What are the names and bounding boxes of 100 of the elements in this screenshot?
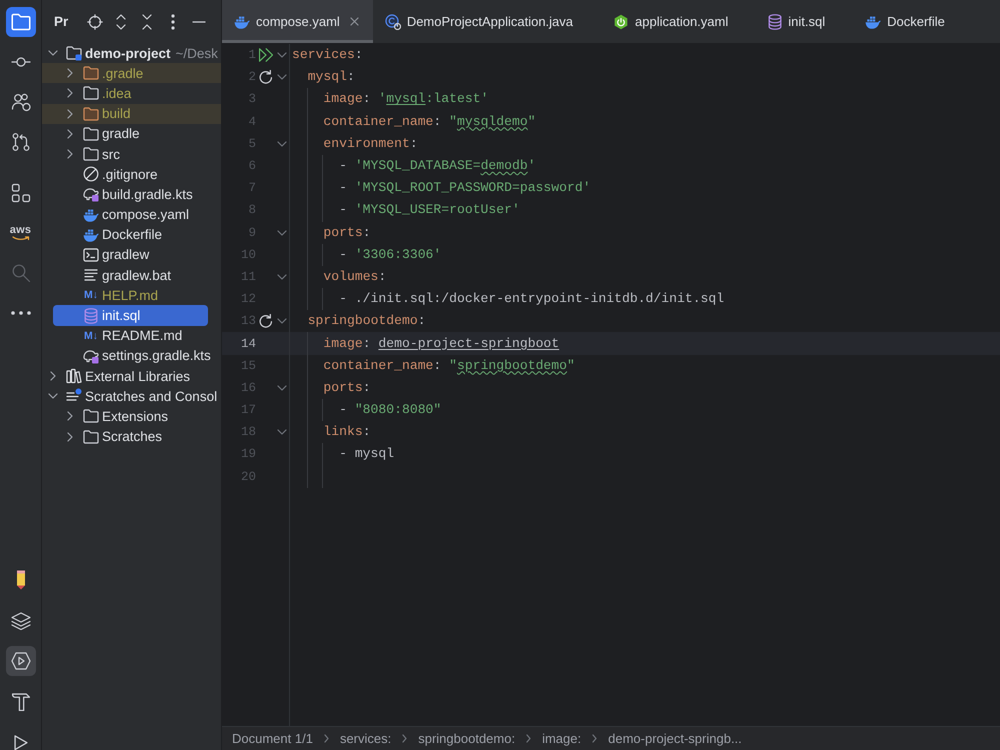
tree-item[interactable]: gradle [42, 124, 221, 144]
whale-icon [234, 14, 250, 30]
line-number: 18 [240, 425, 256, 440]
squares-icon [10, 183, 30, 203]
tool-window-button[interactable] [6, 7, 36, 37]
markdown-mark: M↓ [84, 330, 98, 342]
folder-icon [83, 126, 99, 142]
breadcrumb[interactable]: springbootdemo: [418, 731, 516, 746]
more-icon[interactable] [171, 14, 176, 30]
code-line: - 'MYSQL_DATABASE=demodb' [339, 157, 536, 176]
breadcrumb[interactable]: demo-project-springb... [608, 731, 742, 746]
minimize-icon[interactable] [192, 20, 206, 22]
folder-icon [83, 106, 99, 122]
breadcrumb[interactable]: Document 1/1 [232, 731, 313, 746]
chevron-down-icon[interactable] [48, 393, 58, 400]
chevron-down-icon[interactable] [48, 50, 58, 56]
chevron-down-icon[interactable] [277, 74, 287, 80]
tree-item[interactable]: gradlew [42, 244, 221, 266]
code-line: - 'MYSQL_ROOT_PASSWORD=password' [339, 179, 591, 198]
line-number: 12 [240, 292, 256, 306]
tree-item[interactable]: build.gradle.kts [42, 184, 221, 204]
tree-item[interactable]: settings.gradle.kts [42, 346, 221, 366]
class-icon [384, 14, 401, 30]
breadcrumb[interactable]: image: [542, 731, 582, 746]
line-number: 13 [240, 314, 256, 328]
tree-item[interactable]: Dockerfile [42, 224, 221, 245]
line-number: 5 [247, 136, 256, 151]
expand-icon[interactable] [116, 14, 126, 30]
chevron-right-icon[interactable] [67, 149, 73, 160]
chevron-down-icon[interactable] [277, 230, 287, 236]
hammer-icon [12, 692, 30, 710]
tree-item[interactable]: M↓ README.md [42, 326, 221, 346]
folder-icon [83, 408, 99, 424]
code-line: services: [292, 46, 363, 64]
tree-item[interactable]: gradlew.bat [42, 265, 221, 286]
editor-tab[interactable]: compose.yaml [222, 0, 373, 43]
tree-item[interactable]: .gitignore [42, 164, 221, 184]
database-icon [768, 14, 782, 30]
tree-item[interactable]: build [42, 104, 221, 124]
chevron-right-icon[interactable] [50, 371, 56, 382]
chevron-right-icon[interactable] [67, 128, 73, 139]
collapse-icon[interactable] [142, 14, 152, 30]
tree-item[interactable]: src [42, 144, 221, 164]
tree-item[interactable]: .gradle [42, 63, 221, 84]
chevron-right-icon[interactable] [67, 108, 73, 119]
tool-window-button[interactable] [6, 646, 36, 676]
editor-tab[interactable]: Dockerfile [853, 0, 955, 43]
chevron-right-icon[interactable] [67, 88, 73, 98]
code-line: springbootdemo: [308, 312, 426, 330]
database-icon [84, 308, 98, 324]
line-number: 8 [247, 203, 256, 218]
more-icon [10, 311, 30, 315]
prohibited-icon [83, 166, 99, 182]
close-icon[interactable] [350, 17, 359, 26]
animal-icon [83, 348, 99, 364]
chevron-icon [592, 734, 598, 743]
folder-icon [83, 428, 99, 445]
tree-item[interactable]: M↓ HELP.md [42, 285, 221, 306]
chevron-right-icon[interactable] [67, 411, 73, 422]
breadcrumb[interactable]: services: [340, 731, 392, 746]
tree-item[interactable]: compose.yaml [42, 204, 221, 225]
text-lines-icon [84, 269, 98, 282]
tree-item[interactable]: demo-project ~/Desk [42, 43, 221, 64]
line-number: 19 [240, 447, 256, 462]
animal-icon [83, 186, 99, 202]
editor-tab[interactable]: DemoProjectApplication.java [372, 0, 602, 43]
code-line: environment: [323, 134, 418, 153]
tree-item[interactable]: External Libraries [42, 366, 221, 386]
code-line: - ./init.sql:/docker-entrypoint-initdb.d/init.sql [339, 290, 724, 308]
tree-item[interactable]: Extensions [42, 406, 221, 427]
chevron-down-icon[interactable] [277, 384, 287, 391]
refresh-icon[interactable] [259, 314, 273, 328]
line-number: 1 [247, 48, 256, 62]
code-line: links: [323, 423, 371, 442]
aws-button[interactable]: aws [6, 218, 36, 248]
code-line: ports: [323, 224, 371, 242]
chevron-down-icon[interactable] [277, 52, 287, 58]
whale-icon [865, 14, 882, 30]
tree-item[interactable]: Scratches [42, 426, 221, 447]
folder-icon [10, 12, 30, 32]
editor-tab[interactable]: application.yaml [601, 0, 756, 43]
chevron-right-icon[interactable] [67, 68, 73, 78]
crosshair-icon[interactable] [87, 14, 104, 30]
chevron-down-icon[interactable] [277, 429, 287, 436]
double-play-icon[interactable] [259, 48, 273, 62]
tree-item[interactable]: Scratches and Consol [42, 386, 221, 406]
panel-title: Pr [54, 14, 68, 29]
folder-icon [83, 146, 99, 162]
tree-item[interactable]: init.sql [53, 305, 208, 326]
chevron-right-icon[interactable] [67, 432, 73, 442]
library-icon [66, 368, 82, 384]
chevron-down-icon[interactable] [277, 274, 287, 280]
whale-icon [83, 226, 99, 243]
chevron-down-icon[interactable] [277, 318, 287, 324]
refresh-icon[interactable] [259, 70, 273, 84]
editor-tab[interactable]: init.sql [756, 0, 854, 43]
line-number: 14 [240, 336, 256, 351]
tree-item[interactable]: .idea [42, 83, 221, 104]
chevron-down-icon[interactable] [277, 140, 287, 147]
line-number: 17 [240, 403, 256, 418]
